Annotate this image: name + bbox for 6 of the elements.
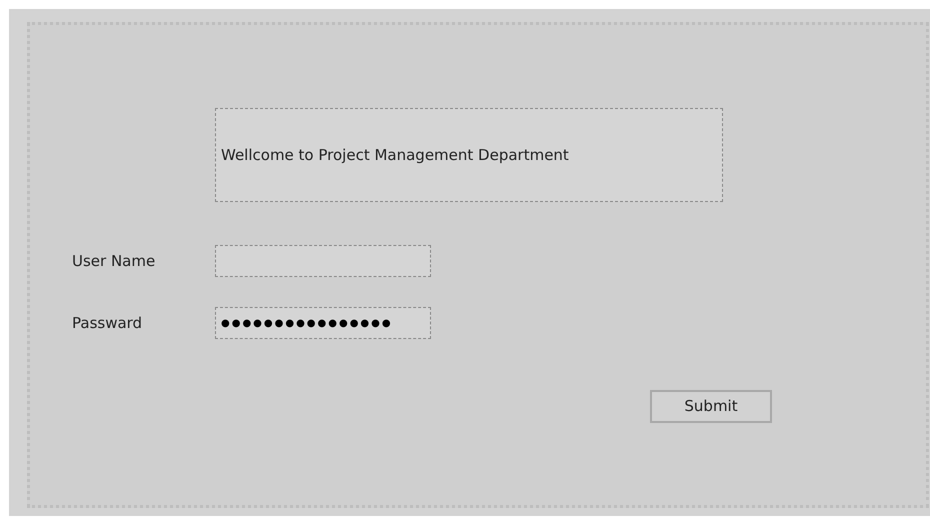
input-field[interactable]: ●●●●●●●●●●●●●●●● <box>215 307 431 339</box>
field-label: User Name <box>72 250 156 272</box>
input-field[interactable] <box>215 245 431 277</box>
welcome-banner: Wellcome to Project Management Department <box>215 108 723 202</box>
field-label: Passward <box>72 312 144 334</box>
submit-button[interactable]: Submit <box>650 390 772 423</box>
